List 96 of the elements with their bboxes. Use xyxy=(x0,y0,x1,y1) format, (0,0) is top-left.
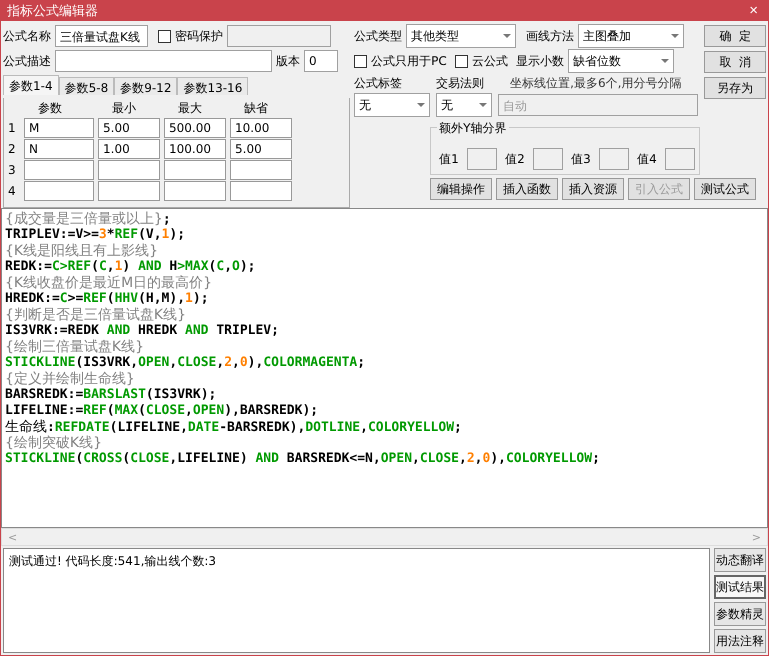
field-label: 公式类型 xyxy=(354,28,402,44)
field-label: 交易法则 xyxy=(436,74,486,92)
tool-button[interactable]: 测试公式 xyxy=(694,178,756,200)
param-input[interactable]: 100.00 xyxy=(164,139,226,159)
checkbox-label: 云公式 xyxy=(472,52,508,70)
param-input[interactable]: 1.00 xyxy=(98,139,160,159)
row-number: 3 xyxy=(8,163,17,177)
row-number: 1 xyxy=(8,121,17,135)
code-line: LIFELINE:=REF(MAX(CLOSE,OPEN),BARSREDK); xyxy=(5,403,320,419)
param-input[interactable]: 500.00 xyxy=(164,118,226,138)
code-line: REDK:=C>REF(C,1) AND H>MAX(C,O); xyxy=(5,259,256,275)
version-field[interactable]: 0 xyxy=(304,50,338,72)
param-input[interactable] xyxy=(98,160,160,180)
decimals-dropdown[interactable]: 缺省位数 xyxy=(568,49,674,73)
code-line: {绘制突破K线} xyxy=(5,435,103,451)
tool-button[interactable]: 插入函数 xyxy=(496,178,558,200)
code-line: {K线是阳线且有上影线} xyxy=(5,243,159,259)
param-input[interactable]: 10.00 xyxy=(230,118,292,138)
column-header: 最大 xyxy=(177,100,203,117)
code-line: TRIPLEV:=V>=3*REF(V,1); xyxy=(5,227,186,243)
code-line: BARSREDK:=BARSLAST(IS3VRK); xyxy=(5,387,218,403)
param-input[interactable]: 5.00 xyxy=(98,118,160,138)
code-line: {定义并绘制生命线} xyxy=(5,371,136,387)
value-field[interactable] xyxy=(532,148,564,170)
param-input[interactable] xyxy=(98,181,160,201)
column-header: 最小 xyxy=(111,100,137,117)
field-label: 画线方法 xyxy=(526,28,574,44)
param-input[interactable] xyxy=(230,160,292,180)
password-checkbox[interactable] xyxy=(158,30,171,42)
param-input[interactable] xyxy=(24,181,94,201)
output-text: 测试通过! 代码长度:541,输出线个数:3 xyxy=(9,554,216,568)
group-title: 额外Y轴分界 xyxy=(437,120,508,137)
field-label: 公式名称 xyxy=(3,28,51,44)
param-input[interactable] xyxy=(164,181,226,201)
checkbox-label: 密码保护 xyxy=(175,28,223,44)
field-label: 公式标签 xyxy=(354,74,404,92)
column-header: 参数 xyxy=(37,100,63,117)
field-label: 显示小数 xyxy=(516,52,564,70)
code-line: {绘制三倍量试盘K线} xyxy=(5,339,145,355)
cloud-checkbox[interactable] xyxy=(454,54,468,68)
rule-dropdown[interactable]: 无 xyxy=(436,93,492,117)
dialog-button[interactable]: 取 消 xyxy=(704,51,766,73)
code-line: 生命线:REFDATE(LIFELINE,DATE-BARSREDK),DOTLINE,COLORYELLOW; xyxy=(5,419,463,435)
tag-dropdown[interactable]: 无 xyxy=(354,93,430,117)
param-input[interactable]: 5.00 xyxy=(230,139,292,159)
caret-icon xyxy=(671,34,680,38)
field-label: 版本 xyxy=(276,52,300,70)
code-editor[interactable] xyxy=(1,208,768,528)
code-line: HREDK:=C>=REF(HHV(H,M),1); xyxy=(5,291,210,307)
field-label: 公式描述 xyxy=(3,52,51,70)
panel-tab[interactable]: 参数精灵 xyxy=(714,602,766,626)
dialog-button[interactable]: 另存为 xyxy=(704,77,766,99)
param-input[interactable] xyxy=(230,181,292,201)
code-line: STICKLINE(CROSS(CLOSE,LIFELINE) AND BARSREDK<=N,OPEN,CLOSE,2,0),COLORYELLOW; xyxy=(5,451,601,467)
code-line: {K线收盘价是最近M日的最高价} xyxy=(5,275,214,291)
code-line: {判断是否是三倍量试盘K线} xyxy=(5,307,187,323)
value-field[interactable] xyxy=(598,148,630,170)
pc-only-checkbox[interactable] xyxy=(354,54,368,68)
code-line: {成交量是三倍量或以上}; xyxy=(5,211,172,227)
param-input[interactable] xyxy=(24,160,94,180)
caret-icon xyxy=(417,103,426,107)
caret-icon xyxy=(503,34,512,38)
field-label: 值2 xyxy=(505,150,525,168)
param-tab[interactable]: 参数13-16 xyxy=(177,77,248,95)
dialog-button[interactable]: 确 定 xyxy=(704,25,766,47)
code-line: IS3VRK:=REDK AND HREDK AND TRIPLEV; xyxy=(5,323,280,339)
draw-dropdown[interactable]: 主图叠加 xyxy=(578,24,684,48)
close-button[interactable]: × xyxy=(745,2,762,20)
param-tab[interactable]: 参数1-4 xyxy=(3,75,59,95)
checkbox-label: 公式只用于PC xyxy=(371,52,447,70)
value-field[interactable] xyxy=(664,148,696,170)
field-label: 值4 xyxy=(637,150,657,168)
value-field[interactable] xyxy=(466,148,498,170)
param-tab[interactable]: 参数9-12 xyxy=(114,77,178,95)
column-header: 缺省 xyxy=(243,100,269,117)
panel-tab[interactable]: 动态翻译 xyxy=(714,548,766,572)
name-field[interactable]: 三倍量试盘K线 xyxy=(55,25,148,47)
param-input[interactable] xyxy=(164,160,226,180)
field-label: 值3 xyxy=(571,150,591,168)
row-number: 2 xyxy=(8,142,17,156)
field-label: 值1 xyxy=(439,150,459,168)
window-title: 指标公式编辑器 xyxy=(7,3,98,20)
panel-tab[interactable]: 测试结果 xyxy=(714,575,766,599)
field-label: 坐标线位置,最多6个,用分号分隔 xyxy=(510,74,682,92)
param-input[interactable]: M xyxy=(24,118,94,138)
tool-button[interactable]: 插入资源 xyxy=(562,178,624,200)
caret-icon xyxy=(479,103,488,107)
description-field[interactable] xyxy=(55,50,272,72)
panel-tab[interactable]: 用法注释 xyxy=(714,629,766,653)
caret-icon xyxy=(660,59,669,63)
code-line: STICKLINE(IS3VRK,OPEN,CLOSE,2,0),COLORMAGENTA; xyxy=(5,355,366,371)
tool-button[interactable]: 编辑操作 xyxy=(430,178,492,200)
row-number: 4 xyxy=(8,184,17,198)
param-input[interactable]: N xyxy=(24,139,94,159)
param-tab[interactable]: 参数5-8 xyxy=(58,77,114,95)
type-dropdown[interactable]: 其他类型 xyxy=(406,24,516,48)
